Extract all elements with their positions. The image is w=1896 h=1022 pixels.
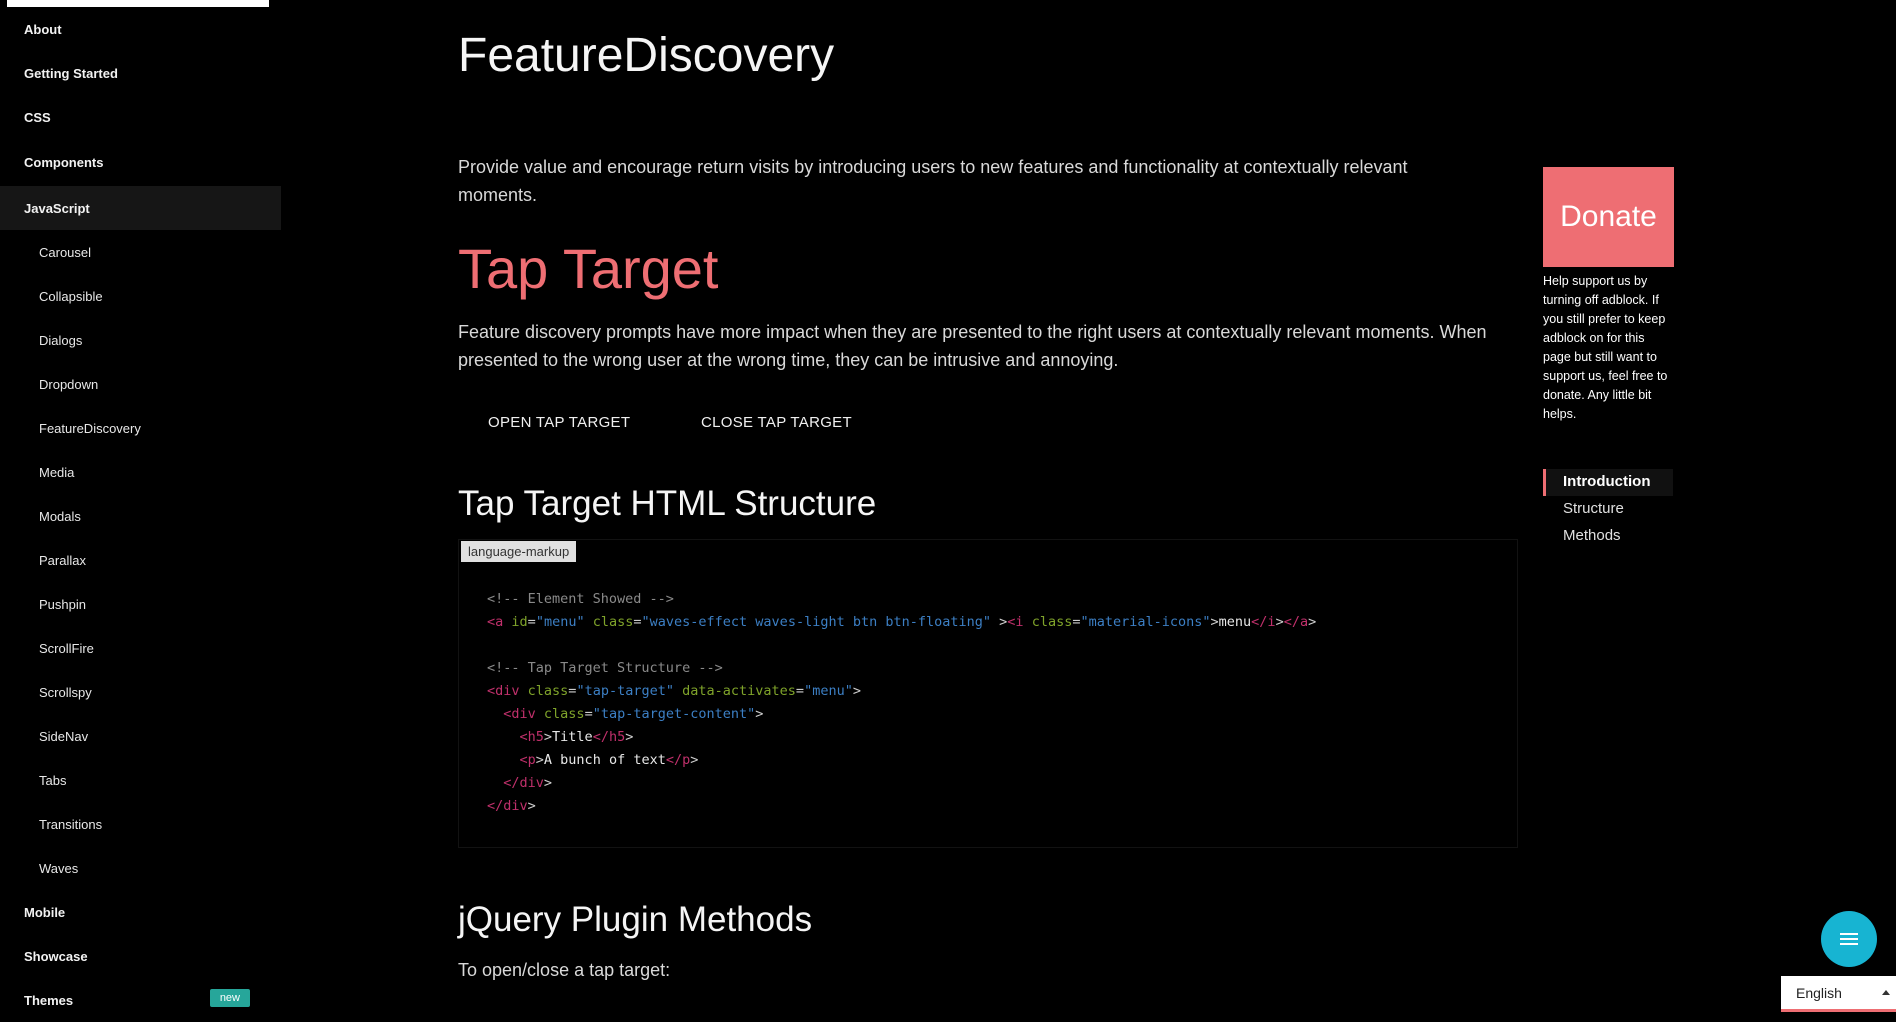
sidebar-subitem-label: Parallax <box>39 552 86 568</box>
logo-bar <box>7 0 269 7</box>
sidebar-item-label: About <box>24 21 62 37</box>
methods-intro: To open/close a tap target: <box>458 960 671 980</box>
sidebar-item-label: Components <box>24 154 104 170</box>
sidebar-subitem-pushpin[interactable]: Pushpin <box>0 582 281 626</box>
page-title: FeatureDiscovery <box>458 29 835 82</box>
sidebar-subitem-transitions[interactable]: Transitions <box>0 802 281 846</box>
sidebar-subitem-collapsible[interactable]: Collapsible <box>0 274 281 318</box>
sidebar-subitem-dropdown[interactable]: Dropdown <box>0 362 281 406</box>
sidebar-item-showcase[interactable]: Showcase <box>0 934 281 978</box>
sidebar-item-about[interactable]: About <box>0 7 281 51</box>
sidebar-subitem-label: Carousel <box>39 244 92 260</box>
sidebar-subitem-tabs[interactable]: Tabs <box>0 758 281 802</box>
sidebar-item-mobile[interactable]: Mobile <box>0 890 281 934</box>
sidebar-item-label: Themes <box>24 992 74 1008</box>
toc-item-structure[interactable]: Structure <box>1543 496 1673 523</box>
menu-icon <box>1840 933 1858 945</box>
sidebar-subitem-label: Collapsible <box>39 288 103 304</box>
code-block[interactable]: language-markup <!-- Element Showed --> … <box>458 539 1518 848</box>
sidebar-subitem-label: SideNav <box>39 728 89 744</box>
section-description: Feature discovery prompts have more impa… <box>458 322 1487 370</box>
sidebar-subitem-label: Pushpin <box>39 596 86 612</box>
sidebar-subitem-label: Waves <box>39 860 79 876</box>
code-comment: <!-- Element Showed --> <box>487 591 674 607</box>
sidebar-item-javascript[interactable]: JavaScript <box>0 186 281 230</box>
sidebar-subitem-label: Dropdown <box>39 376 99 392</box>
sidebar-item-label: JavaScript <box>24 200 90 216</box>
section-title: Tap Target <box>458 237 719 300</box>
methods-heading: jQuery Plugin Methods <box>458 900 813 939</box>
code-comment: <!-- Tap Target Structure --> <box>487 660 723 676</box>
code-text: Title <box>552 729 593 745</box>
sidebar-subitem-label: ScrollFire <box>39 640 94 656</box>
code-content: <!-- Element Showed --> <a id="menu" cla… <box>487 591 1317 814</box>
code-language-tag: language-markup <box>461 541 577 562</box>
sidebar-subitem-dialogs[interactable]: Dialogs <box>0 318 281 362</box>
language-select[interactable]: English <box>1781 976 1896 1012</box>
sidebar-item-themes[interactable]: Themes new <box>0 978 281 1022</box>
floating-menu-button[interactable] <box>1821 911 1877 967</box>
sidebar-item-label: Getting Started <box>24 65 118 81</box>
sidebar: About Getting Started CSS Components Jav… <box>0 0 281 1012</box>
sidebar-item-getting-started[interactable]: Getting Started <box>0 51 281 95</box>
sidebar-subitem-label: Tabs <box>39 772 67 788</box>
sidebar-item-label: Showcase <box>24 948 88 964</box>
close-tap-target-button[interactable]: CLOSE TAP TARGET <box>701 404 852 441</box>
sidebar-subitem-label: FeatureDiscovery <box>39 420 141 436</box>
language-select-value: English <box>1796 984 1842 1001</box>
sidebar-item-components[interactable]: Components <box>0 140 281 184</box>
sidebar-subitem-sidenav[interactable]: SideNav <box>0 714 281 758</box>
sidebar-subitem-waves[interactable]: Waves <box>0 846 281 890</box>
donate-button[interactable]: Donate <box>1543 167 1674 267</box>
new-badge: new <box>209 989 250 1007</box>
code-text: A bunch of text <box>543 752 666 768</box>
donate-label: Donate <box>1560 200 1657 233</box>
caret-up-icon <box>1882 990 1890 995</box>
toc-item-introduction[interactable]: Introduction <box>1543 469 1673 496</box>
sidebar-item-css[interactable]: CSS <box>0 95 281 139</box>
sidebar-subitem-label: Scrollspy <box>39 684 92 700</box>
sidebar-item-label: Mobile <box>24 904 66 920</box>
open-tap-target-button[interactable]: OPEN TAP TARGET <box>488 404 630 441</box>
sidebar-subitem-featurediscovery[interactable]: FeatureDiscovery <box>0 406 281 450</box>
sidebar-subitem-label: Transitions <box>39 816 103 832</box>
intro-text: Provide value and encourage return visit… <box>458 157 1408 205</box>
toc-item-methods[interactable]: Methods <box>1543 523 1673 550</box>
code-text: menu <box>1218 614 1252 630</box>
sidebar-subitem-label: Modals <box>39 508 81 524</box>
sidebar-subitem-modals[interactable]: Modals <box>0 494 281 538</box>
sidebar-subitem-media[interactable]: Media <box>0 450 281 494</box>
sidebar-item-label: CSS <box>24 109 51 125</box>
sidebar-subitem-scrollspy[interactable]: Scrollspy <box>0 670 281 714</box>
sidebar-subitem-label: Dialogs <box>39 332 83 348</box>
sidebar-subitem-scrollfire[interactable]: ScrollFire <box>0 626 281 670</box>
sidebar-subitem-parallax[interactable]: Parallax <box>0 538 281 582</box>
structure-heading: Tap Target HTML Structure <box>458 484 877 523</box>
sidebar-subitem-label: Media <box>39 464 75 480</box>
table-of-contents: Introduction Structure Methods <box>1543 469 1673 550</box>
donate-text: Help support us by turning off adblock. … <box>1543 274 1668 421</box>
sidebar-subitem-carousel[interactable]: Carousel <box>0 230 281 274</box>
